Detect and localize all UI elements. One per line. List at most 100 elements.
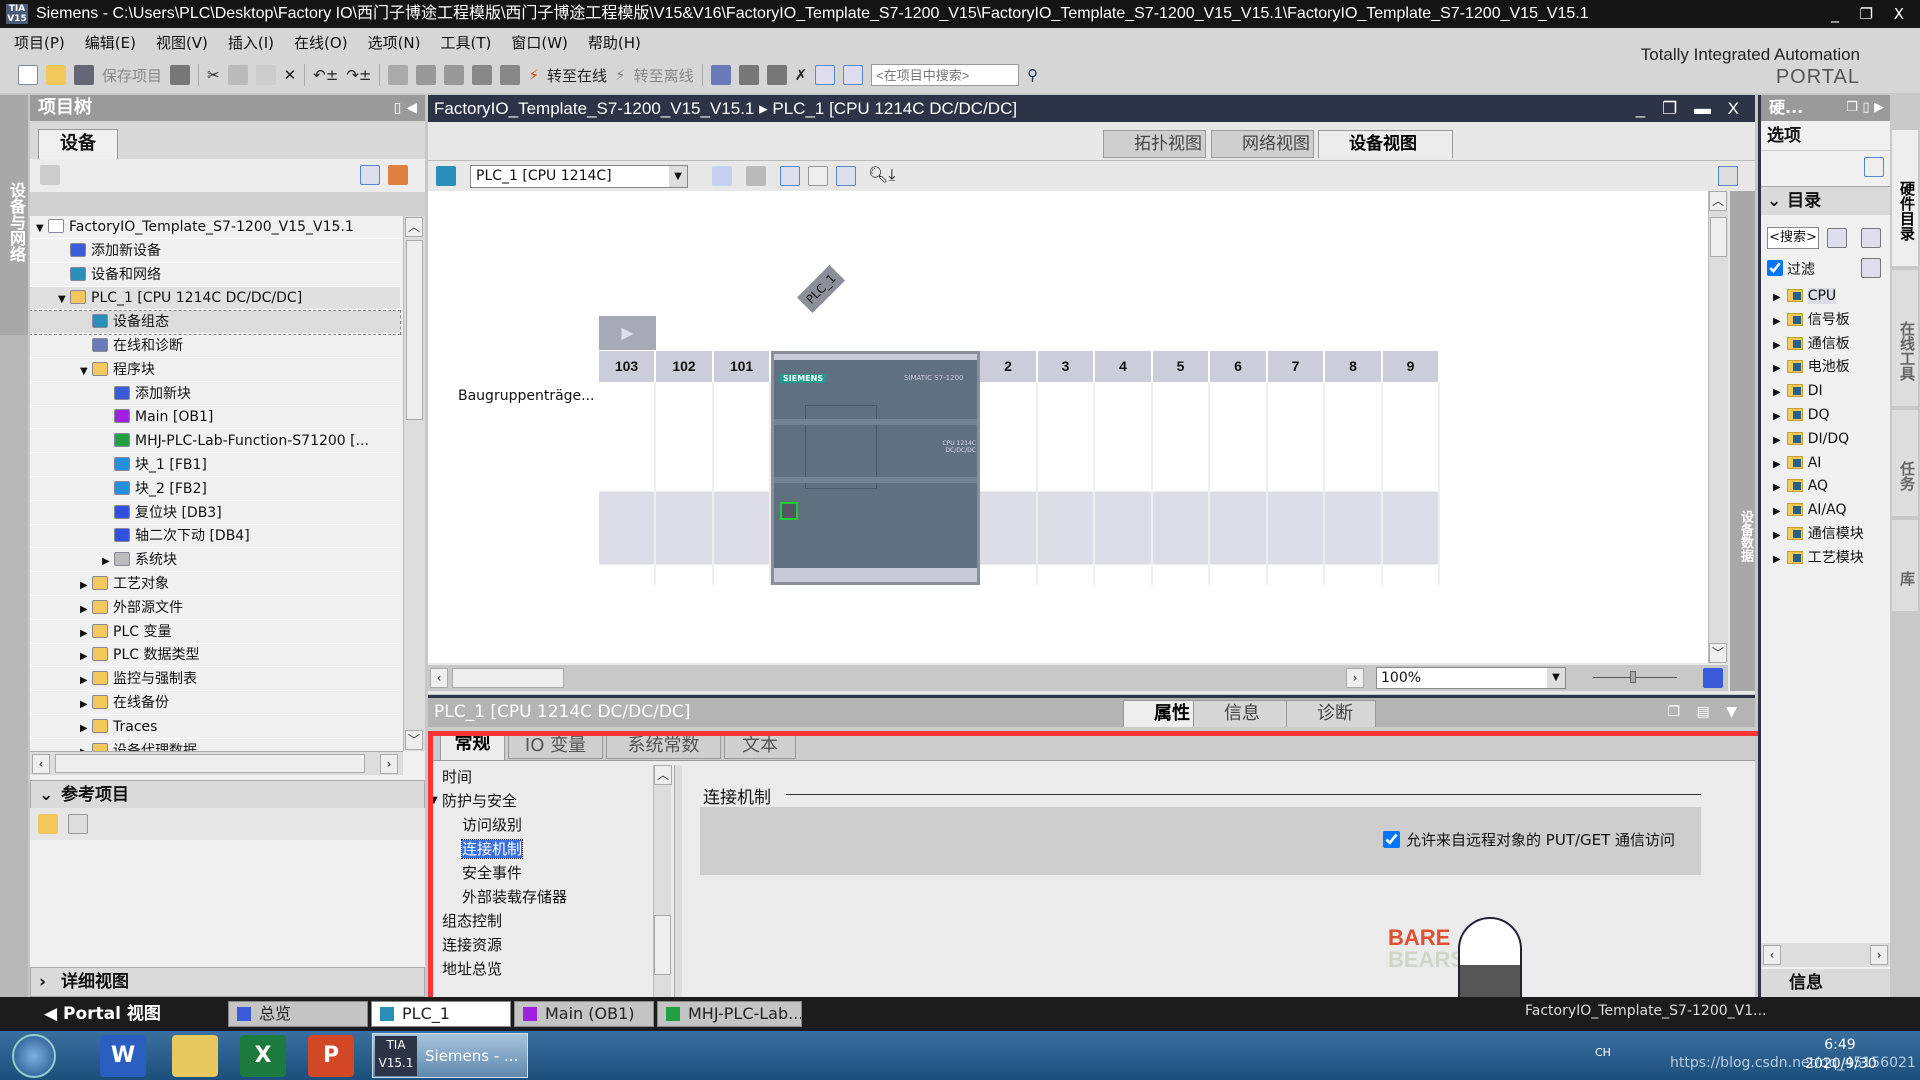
slot-header[interactable]: 6	[1210, 351, 1268, 382]
menu-item[interactable]: 窗口(W)	[511, 32, 568, 53]
expand-open-icon[interactable]: ▼	[80, 360, 92, 383]
expand-closed-icon[interactable]: ▶	[1773, 316, 1781, 327]
scroll-right-icon[interactable]: ›	[380, 754, 398, 774]
tree-item[interactable]: ▶ PLC 变量	[30, 621, 400, 644]
show-names-icon[interactable]	[746, 166, 766, 186]
table-view-icon[interactable]	[836, 166, 856, 186]
scroll-down-icon[interactable]: ﹀	[405, 730, 423, 750]
device-data-toggle-icon[interactable]	[1718, 166, 1738, 186]
catalog-item[interactable]: ▶ 信号板	[1773, 309, 1850, 332]
go-offline-button[interactable]: 转至离线	[634, 65, 694, 86]
download-icon[interactable]	[416, 65, 437, 85]
editor-tab[interactable]: Main (OB1)	[514, 1001, 654, 1027]
tree-hscrollbar[interactable]: ‹ ›	[30, 751, 403, 775]
network-view-switch-icon[interactable]	[436, 166, 456, 186]
start-cpu-icon[interactable]	[738, 65, 759, 85]
taskbar-tia-app[interactable]: TIA V15.1 Siemens - ...	[372, 1033, 528, 1078]
inspector-nav-item[interactable]: 连接资源	[436, 933, 656, 957]
expand-closed-icon[interactable]: ▶	[80, 598, 92, 621]
tree-item[interactable]: ▶ 设备代理数据	[30, 740, 400, 751]
cross-reference-icon[interactable]: ✗	[795, 66, 808, 84]
search-up-icon[interactable]	[1861, 228, 1881, 248]
runtime-icon[interactable]	[500, 65, 521, 85]
scroll-down-icon[interactable]: ﹀	[1709, 643, 1727, 663]
expand-rack-icon[interactable]: ▶	[599, 316, 656, 350]
rack-slot[interactable]	[714, 382, 771, 585]
tree-item[interactable]: 复位块 [DB3]	[30, 502, 400, 525]
tree-option-icon[interactable]	[388, 165, 408, 185]
open-project-icon[interactable]	[46, 65, 66, 85]
tree-item[interactable]: 设备组态	[30, 310, 401, 336]
menu-item[interactable]: 项目(P)	[14, 32, 65, 53]
save-icon[interactable]	[74, 65, 94, 85]
menu-item[interactable]: 视图(V)	[156, 32, 208, 53]
tree-item[interactable]: ▶ 系统块	[30, 549, 400, 573]
search-binoculars-icon[interactable]: ⚲	[1027, 66, 1038, 84]
zoom-in-icon[interactable]: 🔍︎⤓	[868, 165, 895, 185]
sub-tab[interactable]: 文本	[724, 733, 796, 759]
editor-tab[interactable]: MHJ-PLC-Lab...	[657, 1001, 802, 1027]
save-project-button[interactable]: 保存项目	[102, 65, 162, 86]
zoom-select[interactable]: 100% ▼	[1376, 667, 1566, 689]
expand-closed-icon[interactable]: ▶	[1773, 411, 1781, 422]
new-item-icon[interactable]	[40, 165, 60, 185]
menu-item[interactable]: 编辑(E)	[85, 32, 136, 53]
taskbar-app-2[interactable]: X	[240, 1035, 286, 1077]
menu-item[interactable]: 选项(N)	[368, 32, 421, 53]
catalog-item[interactable]: ▶ CPU	[1773, 285, 1837, 308]
profinet-port-icon[interactable]	[780, 502, 798, 520]
catalog-panel-controls[interactable]: ❐ ▯ ▶	[1846, 95, 1884, 121]
open-reference-project-icon[interactable]	[38, 814, 58, 834]
filter-label[interactable]: 过滤	[1787, 259, 1815, 279]
catalog-item[interactable]: ▶ AQ	[1773, 475, 1828, 498]
scroll-left-icon[interactable]: ‹	[1763, 945, 1781, 965]
simulation-icon[interactable]	[472, 65, 493, 85]
scroll-thumb[interactable]	[1710, 217, 1727, 257]
details-view-header[interactable]: › 详细视图	[30, 967, 425, 997]
catalog-item[interactable]: ▶ DI/DQ	[1773, 428, 1849, 451]
putget-checkbox[interactable]	[1383, 831, 1400, 848]
tab-view-1[interactable]: 网络视图	[1211, 130, 1314, 158]
sub-tab[interactable]: 系统常数	[606, 733, 721, 759]
system-clock[interactable]: 6:49 2020/9/30	[1805, 1036, 1877, 1074]
slot-header[interactable]: 3	[1038, 351, 1095, 382]
language-indicator[interactable]: CH	[1595, 1046, 1611, 1059]
tree-item[interactable]: 设备和网络	[30, 264, 400, 287]
scroll-up-icon[interactable]: ︿	[654, 765, 672, 785]
slot-header[interactable]: 2	[980, 351, 1038, 382]
compile-icon[interactable]	[388, 65, 409, 85]
catalog-item[interactable]: ▶ DI	[1773, 380, 1823, 403]
scroll-up-icon[interactable]: ︿	[1709, 191, 1727, 211]
breadcrumb-project[interactable]: FactoryIO_Template_S7-1200_V15_V15.1	[434, 99, 754, 118]
breadcrumb-plc[interactable]: PLC_1 [CPU 1214C DC/DC/DC]	[772, 99, 1017, 118]
vtab-right-3[interactable]: 库	[1892, 520, 1918, 611]
hscroll-thumb[interactable]	[55, 754, 365, 773]
expand-closed-icon[interactable]: ▶	[1773, 363, 1781, 374]
sub-tab[interactable]: IO 变量	[508, 733, 603, 759]
expand-open-icon[interactable]: ▼	[430, 789, 438, 813]
tree-item[interactable]: ▼ 程序块	[30, 359, 400, 382]
rack-slot[interactable]	[1325, 382, 1383, 585]
rack-slot[interactable]	[1210, 382, 1268, 585]
overview-navigation-icon[interactable]	[1703, 668, 1723, 688]
catalog-item[interactable]: ▶ DQ	[1773, 404, 1830, 427]
inspector-nav-item[interactable]: ▼ 防护与安全	[430, 789, 656, 813]
expand-closed-icon[interactable]: ▶	[1773, 506, 1781, 517]
close-reference-project-icon[interactable]	[68, 814, 88, 834]
scroll-thumb[interactable]	[406, 240, 423, 420]
vtab-devices-networks[interactable]: 设备与网络	[0, 95, 28, 335]
catalog-item[interactable]: ▶ 工艺模块	[1773, 547, 1864, 570]
taskbar-app-1[interactable]	[172, 1035, 218, 1077]
reference-projects-header[interactable]: ⌄ 参考项目	[30, 780, 425, 810]
print-icon[interactable]	[170, 65, 191, 85]
tree-item[interactable]: 添加新设备	[30, 240, 400, 263]
menu-item[interactable]: 帮助(H)	[588, 32, 641, 53]
tab-view-0[interactable]: 拓扑视图	[1103, 130, 1206, 158]
split-vertical-icon[interactable]	[843, 65, 864, 85]
slot-header[interactable]: 7	[1268, 351, 1325, 382]
inspector-nav-item[interactable]: 安全事件	[436, 861, 656, 885]
rack-slot[interactable]	[1038, 382, 1095, 585]
slot-header[interactable]: 5	[1153, 351, 1210, 382]
redo-icon[interactable]: ↷±	[346, 66, 371, 84]
tree-item[interactable]: ▶ 工艺对象	[30, 573, 400, 596]
